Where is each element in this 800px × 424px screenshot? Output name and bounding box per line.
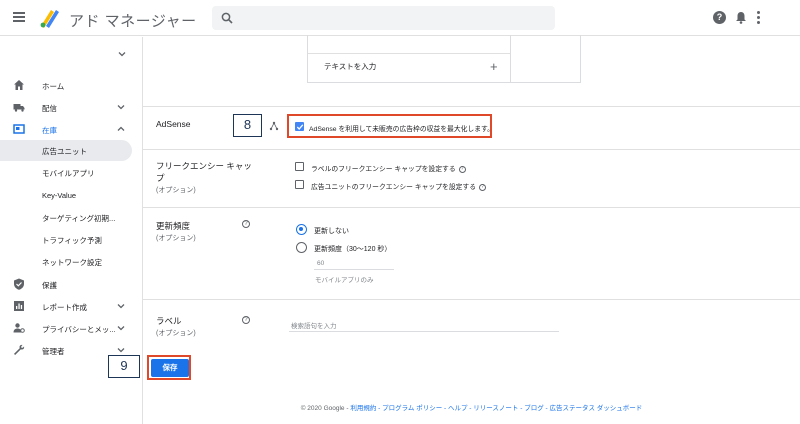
chevron-down-icon[interactable]: [118, 50, 126, 58]
top-app-bar: アド マネージャー ?: [0, 0, 800, 36]
help-icon[interactable]: ?: [458, 165, 466, 173]
frequency-cap-title: フリークエンシー キャッ: [156, 161, 252, 171]
adunit-frequency-text: 広告ユニットのフリークエンシー キャップを設定する: [311, 184, 477, 191]
sidebar-item-label: ホーム: [42, 82, 65, 91]
sidebar-item-privacy[interactable]: プライバシーとメッ...: [0, 317, 142, 339]
divider: [510, 35, 511, 83]
sidebar-subitem-label: 広告ユニット: [42, 147, 87, 156]
sidebar-subitem-label: トラフィック予測: [42, 236, 102, 245]
ad-manager-logo: [40, 10, 59, 28]
sidebar-item-protection[interactable]: 保護: [0, 273, 142, 295]
sidebar-subitem-targeting[interactable]: ターゲティング初期...: [0, 207, 142, 228]
sidebar-subitem-forecast[interactable]: トラフィック予測: [0, 229, 142, 250]
sidebar-item-label: レポート作成: [42, 303, 87, 312]
divider: [308, 53, 510, 54]
hierarchy-icon: [269, 121, 279, 131]
refresh-value[interactable]: 60: [317, 260, 324, 267]
more-vert-icon[interactable]: [756, 11, 760, 24]
truck-icon: [13, 104, 25, 112]
label-frequency-checkbox[interactable]: [295, 162, 304, 171]
adunit-frequency-label: 広告ユニットのフリークエンシー キャップを設定する?: [311, 181, 487, 191]
refresh-none-radio[interactable]: [296, 224, 307, 235]
chevron-up-icon: [117, 126, 125, 131]
search-input[interactable]: [240, 9, 540, 27]
chevron-down-icon: [117, 304, 125, 309]
label-title: ラベル: [156, 316, 182, 326]
copyright: © 2020 Google -: [300, 405, 351, 412]
privacy-icon: [13, 323, 25, 333]
sidebar-subitem-label: モバイルアプリ: [42, 169, 95, 178]
sidebar-item-delivery[interactable]: 配信: [0, 96, 142, 118]
label-input-underline: [289, 331, 559, 332]
help-icon[interactable]: ?: [242, 220, 250, 228]
chevron-down-icon: [117, 105, 125, 110]
adsense-highlight: [287, 114, 492, 138]
text-input-label: テキストを入力: [324, 62, 377, 71]
help-icon[interactable]: ?: [242, 316, 250, 324]
refresh-title: 更新頻度: [156, 221, 191, 231]
help-icon[interactable]: ?: [479, 183, 487, 191]
main-content: テキストを入力 + AdSense AdSense を利用して未販売の広告枠の収…: [143, 35, 800, 424]
app-title: アド マネージャー: [69, 13, 197, 30]
sidebar-item-home[interactable]: ホーム: [0, 74, 142, 96]
home-icon: [14, 80, 24, 90]
notifications-icon[interactable]: [735, 11, 747, 24]
step-9-marker: 9: [108, 355, 140, 378]
top-actions: ?: [713, 11, 760, 24]
wrench-icon: [14, 344, 25, 355]
refresh-section: 更新頻度 (オプション) ? 更新しない 更新頻度（30〜120 秒） 60 モ…: [143, 207, 800, 299]
frequency-cap-section: フリークエンシー キャッ プ (オプション) ラベルのフリークエンシー キャップ…: [143, 149, 800, 207]
chevron-down-icon: [117, 326, 125, 331]
refresh-optional: (オプション): [156, 235, 196, 242]
refresh-value-underline: [314, 269, 394, 270]
step-8-marker: 8: [233, 114, 262, 137]
sidebar-subitem-mobile-apps[interactable]: モバイルアプリ: [0, 162, 142, 183]
label-frequency-label: ラベルのフリークエンシー キャップを設定する?: [311, 163, 466, 173]
shield-icon: [14, 278, 24, 290]
sidebar-item-label: 管理者: [42, 347, 65, 356]
add-icon[interactable]: +: [490, 59, 498, 74]
refresh-interval-label: 更新頻度（30〜120 秒）: [314, 246, 392, 253]
bar-chart-icon: [14, 301, 24, 311]
sidebar-item-label: 在庫: [42, 126, 57, 135]
label-section: ラベル (オプション) ? 検索語句を入力: [143, 299, 800, 355]
text-input-card: テキストを入力 +: [307, 35, 581, 83]
sidebar-item-reports[interactable]: レポート作成: [0, 295, 142, 317]
refresh-interval-radio[interactable]: [296, 242, 307, 253]
save-highlight: [147, 355, 191, 380]
label-search-input[interactable]: 検索語句を入力: [291, 320, 337, 330]
sidebar-subitem-network-settings[interactable]: ネットワーク設定: [0, 251, 142, 272]
frequency-cap-title-cont: プ: [156, 173, 165, 183]
sidebar-item-label: プライバシーとメッ...: [42, 325, 116, 334]
sidebar-item-inventory[interactable]: 在庫: [0, 118, 142, 140]
inventory-icon: [13, 124, 25, 134]
menu-icon[interactable]: [13, 12, 25, 22]
refresh-hint: モバイルアプリのみ: [315, 277, 374, 284]
frequency-cap-optional: (オプション): [156, 187, 196, 194]
sidebar-item-label: 保護: [42, 281, 57, 290]
help-icon[interactable]: ?: [713, 11, 726, 24]
sidebar-subitem-ad-units[interactable]: 広告ユニット: [0, 140, 132, 161]
sidebar-subitem-key-value[interactable]: Key-Value: [0, 185, 142, 206]
footer: © 2020 Google - 利用規約 - プログラム ポリシー - ヘルプ …: [143, 402, 800, 412]
refresh-none-label: 更新しない: [314, 228, 349, 235]
sidebar-item-label: 配信: [42, 104, 57, 113]
sidebar-subitem-label: Key-Value: [42, 191, 77, 200]
search-bar[interactable]: [212, 6, 555, 30]
label-frequency-text: ラベルのフリークエンシー キャップを設定する: [311, 166, 456, 173]
sidebar-subitem-label: ターゲティング初期...: [42, 214, 116, 223]
sidebar-subitem-label: ネットワーク設定: [42, 258, 102, 267]
adunit-frequency-checkbox[interactable]: [295, 180, 304, 189]
footer-links[interactable]: 利用規約 - プログラム ポリシー - ヘルプ - リリースノート - ブログ …: [350, 405, 642, 412]
label-optional: (オプション): [156, 330, 196, 337]
chevron-down-icon: [117, 348, 125, 353]
search-icon: [221, 12, 233, 24]
adsense-title: AdSense: [156, 119, 191, 129]
